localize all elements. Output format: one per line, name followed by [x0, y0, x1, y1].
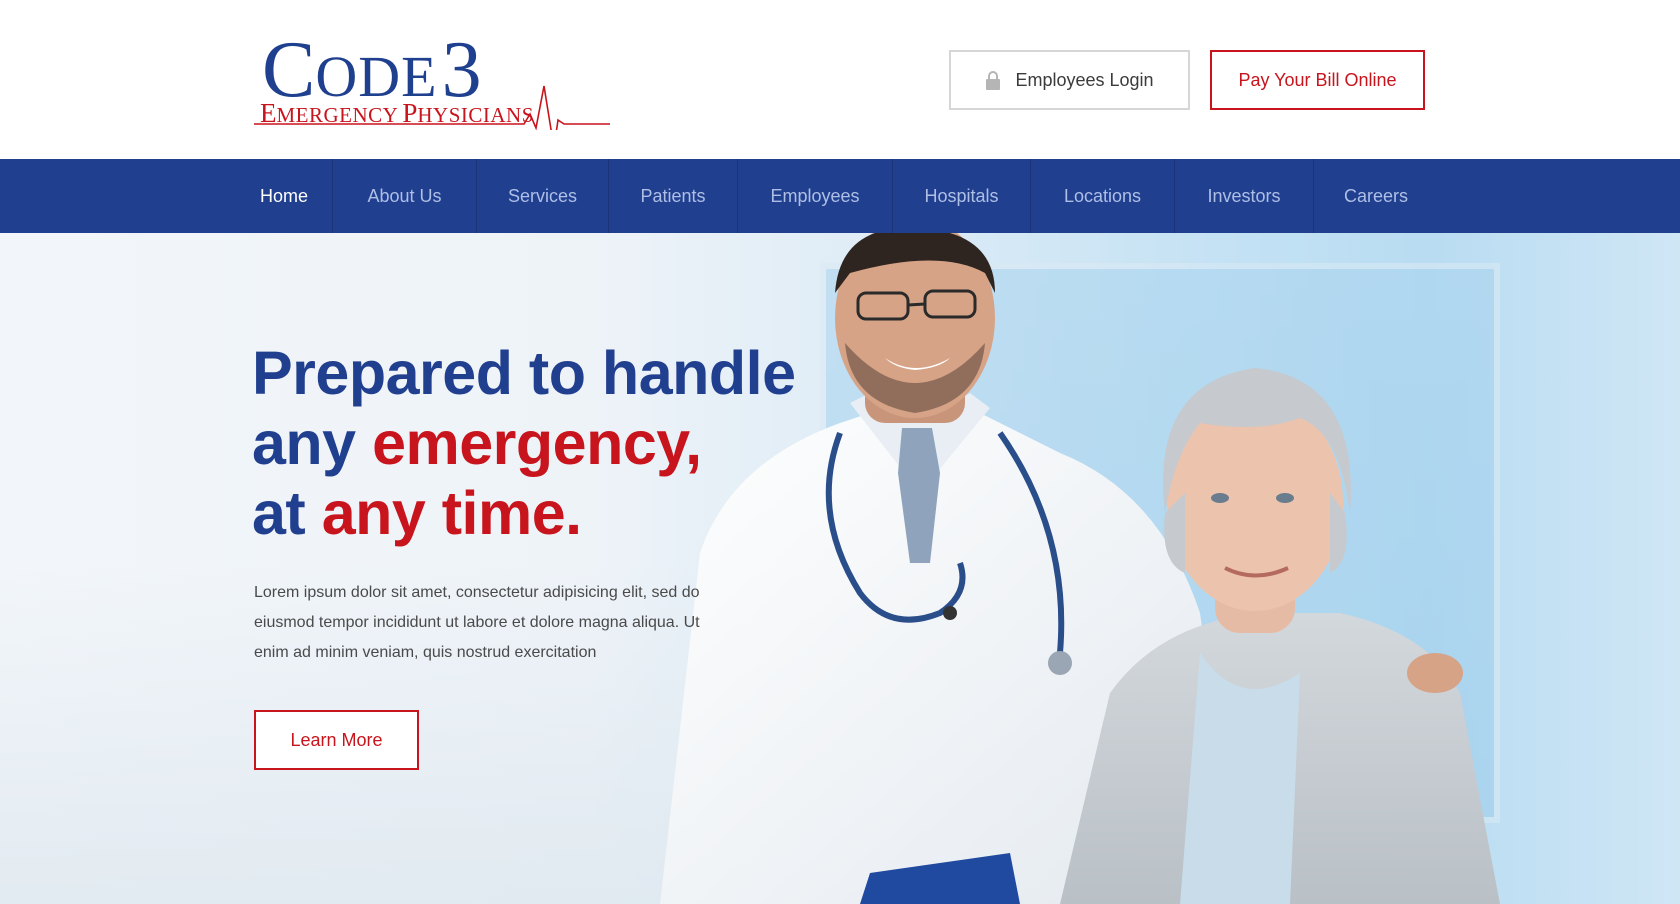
headline-line-3: at any time.: [252, 478, 796, 548]
nav-label-careers: Careers: [1343, 185, 1409, 206]
employees-login-label: Employees Login: [1015, 69, 1154, 90]
hero-headline: Prepared to handle any emergency, at any…: [252, 338, 796, 548]
nav-label-employees: Employees: [770, 185, 860, 206]
nav-item-services[interactable]: Services: [477, 159, 608, 233]
employees-login-button[interactable]: Employees Login: [949, 50, 1190, 110]
hero-lead-text: Lorem ipsum dolor sit amet, consectetur …: [254, 584, 700, 661]
nav-item-locations[interactable]: Locations: [1031, 159, 1174, 233]
headline-line-2-red: emergency,: [372, 409, 702, 477]
nav-label-about-us: About Us: [367, 185, 442, 206]
main-nav: Home About Us Services Patients Employee…: [0, 159, 1680, 233]
logo-letters-hysicians: HYSICIANS: [417, 103, 534, 127]
nav-label-investors: Investors: [1207, 185, 1281, 206]
headline-line-2-blue: any: [252, 409, 373, 477]
site-header: CODE 3 EMERGENCY PHYSICIANS Employees Lo…: [0, 0, 1680, 159]
headline-line-1: Prepared to handle: [252, 339, 796, 407]
learn-more-label: Learn More: [290, 729, 383, 750]
nav-item-employees[interactable]: Employees: [738, 159, 892, 233]
code3-logo[interactable]: CODE 3 EMERGENCY PHYSICIANS: [254, 30, 610, 130]
hero-section: Prepared to handle any emergency, at any…: [0, 233, 1680, 904]
headline-line-2: any emergency,: [252, 408, 796, 478]
learn-more-button[interactable]: Learn More: [254, 710, 419, 770]
headline-line-3-blue: at: [252, 479, 322, 547]
pay-bill-button[interactable]: Pay Your Bill Online: [1210, 50, 1425, 110]
nav-label-services: Services: [507, 185, 578, 206]
nav-item-home[interactable]: Home: [236, 159, 332, 233]
nav-item-about-us[interactable]: About Us: [333, 159, 476, 233]
nav-item-careers[interactable]: Careers: [1314, 159, 1438, 233]
logo-letter-e: E: [260, 98, 277, 128]
nav-label-home: Home: [259, 185, 308, 206]
headline-line-3-red: any time.: [321, 479, 582, 547]
nav-label-patients: Patients: [640, 185, 706, 206]
doctor-and-patient-photo: [660, 233, 1500, 904]
logo-tagline: EMERGENCY PHYSICIANS: [260, 100, 534, 127]
logo-letter-p: P: [402, 98, 418, 128]
logo-letters-mergency: MERGENCY: [276, 103, 399, 127]
pay-bill-label: Pay Your Bill Online: [1238, 69, 1397, 90]
nav-label-locations: Locations: [1063, 185, 1142, 206]
nav-item-patients[interactable]: Patients: [609, 159, 737, 233]
lock-icon: [986, 71, 1001, 90]
nav-item-investors[interactable]: Investors: [1175, 159, 1313, 233]
nav-item-hospitals[interactable]: Hospitals: [893, 159, 1030, 233]
nav-label-hospitals: Hospitals: [924, 185, 999, 206]
